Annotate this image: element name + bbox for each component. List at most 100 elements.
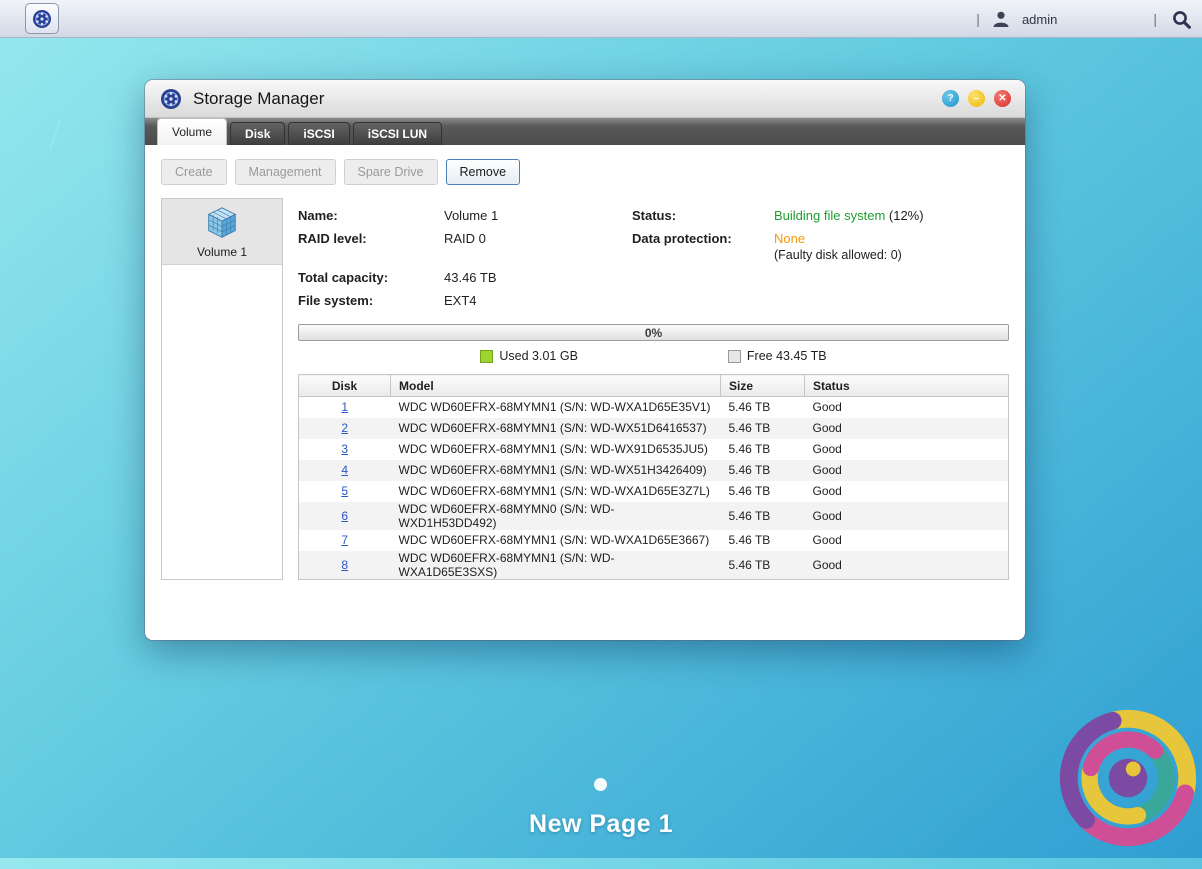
model-cell: WDC WD60EFRX-68MYMN1 (S/N: WD-WXA1D65E3Z… xyxy=(391,481,721,502)
capacity-legend: Used 3.01 GB Free 43.45 TB xyxy=(298,349,1009,363)
table-row: 5 WDC WD60EFRX-68MYMN1 (S/N: WD-WXA1D65E… xyxy=(299,481,1009,502)
size-cell: 5.46 TB xyxy=(721,530,805,551)
desktop: { "topbar": { "username": "admin", "sepa… xyxy=(0,0,1202,858)
create-button[interactable]: Create xyxy=(161,159,227,185)
size-cell: 5.46 TB xyxy=(721,551,805,580)
tab-volume[interactable]: Volume xyxy=(157,118,227,145)
window-app-icon xyxy=(159,87,183,111)
status-label: Status: xyxy=(632,208,774,223)
volume-tab-content: Create Management Spare Drive Remove xyxy=(145,145,1025,640)
file-system-label: File system: xyxy=(298,293,444,308)
model-cell: WDC WD60EFRX-68MYMN1 (S/N: WD-WX51D64165… xyxy=(391,418,721,439)
free-swatch xyxy=(728,350,741,363)
model-cell: WDC WD60EFRX-68MYMN1 (S/N: WD-WX91D6535J… xyxy=(391,439,721,460)
disk-link[interactable]: 6 xyxy=(341,509,348,523)
management-button[interactable]: Management xyxy=(235,159,336,185)
help-button[interactable]: ? xyxy=(942,90,959,107)
size-cell: 5.46 TB xyxy=(721,481,805,502)
brand-swirl-logo xyxy=(1037,687,1202,868)
status-cell: Good xyxy=(805,397,1009,418)
size-cell: 5.46 TB xyxy=(721,418,805,439)
table-row: 6 WDC WD60EFRX-68MYMN0 (S/N: WD-WXD1H53D… xyxy=(299,502,1009,530)
data-protection-label: Data protection: xyxy=(632,231,774,246)
size-cell: 5.46 TB xyxy=(721,460,805,481)
volume-item-label: Volume 1 xyxy=(197,245,247,259)
window-title: Storage Manager xyxy=(193,89,324,109)
status-cell: Good xyxy=(805,460,1009,481)
window-controls: ? – ✕ xyxy=(942,90,1011,107)
raid-level-value: RAID 0 xyxy=(444,231,632,246)
size-cell: 5.46 TB xyxy=(721,397,805,418)
data-protection-value: None (Faulty disk allowed: 0) xyxy=(774,231,1009,262)
progress-bar: 0% xyxy=(298,324,1009,341)
username[interactable]: admin xyxy=(1022,12,1057,27)
progress-label: 0% xyxy=(645,326,662,340)
spare-drive-button[interactable]: Spare Drive xyxy=(344,159,438,185)
model-cell: WDC WD60EFRX-68MYMN1 (S/N: WD-WXA1D65E3S… xyxy=(391,551,721,580)
col-model: Model xyxy=(391,375,721,397)
col-disk: Disk xyxy=(299,375,391,397)
name-value: Volume 1 xyxy=(444,208,632,223)
main-area: Volume 1 Name: Volume 1 Status: Building… xyxy=(161,198,1009,580)
volume-cube-icon xyxy=(203,204,241,242)
file-system-value: EXT4 xyxy=(444,293,632,308)
user-icon xyxy=(992,10,1010,28)
topbar-separator: | xyxy=(976,11,980,27)
toolbar: Create Management Spare Drive Remove xyxy=(161,159,1009,185)
app-logo-icon xyxy=(30,7,54,31)
search-icon[interactable] xyxy=(1169,7,1194,32)
status-cell: Good xyxy=(805,439,1009,460)
model-cell: WDC WD60EFRX-68MYMN1 (S/N: WD-WXA1D65E35… xyxy=(391,397,721,418)
disk-link[interactable]: 7 xyxy=(341,533,348,547)
disk-link[interactable]: 5 xyxy=(341,484,348,498)
col-size: Size xyxy=(721,375,805,397)
model-cell: WDC WD60EFRX-68MYMN0 (S/N: WD-WXD1H53DD4… xyxy=(391,502,721,530)
table-row: 4 WDC WD60EFRX-68MYMN1 (S/N: WD-WX51H342… xyxy=(299,460,1009,481)
tabstrip: Volume Disk iSCSI iSCSI LUN xyxy=(145,118,1025,145)
details-panel: Name: Volume 1 Status: Building file sys… xyxy=(298,198,1009,580)
status-cell: Good xyxy=(805,502,1009,530)
disk-link[interactable]: 1 xyxy=(341,400,348,414)
page-label: New Page 1 xyxy=(0,810,1202,839)
total-capacity-label: Total capacity: xyxy=(298,270,444,285)
free-label: Free 43.45 TB xyxy=(747,349,827,363)
table-header-row: Disk Model Size Status xyxy=(299,375,1009,397)
disk-link[interactable]: 3 xyxy=(341,442,348,456)
model-cell: WDC WD60EFRX-68MYMN1 (S/N: WD-WXA1D65E36… xyxy=(391,530,721,551)
disk-link[interactable]: 2 xyxy=(341,421,348,435)
disk-link[interactable]: 4 xyxy=(341,463,348,477)
volume-list-item[interactable]: Volume 1 xyxy=(162,199,282,265)
tab-iscsi[interactable]: iSCSI xyxy=(288,122,349,145)
col-status: Status xyxy=(805,375,1009,397)
app-launcher-button[interactable] xyxy=(25,3,59,34)
window-titlebar[interactable]: Storage Manager ? – ✕ xyxy=(145,80,1025,118)
raid-level-label: RAID level: xyxy=(298,231,444,246)
decorative-dot xyxy=(594,778,607,791)
table-row: 2 WDC WD60EFRX-68MYMN1 (S/N: WD-WX51D641… xyxy=(299,418,1009,439)
used-label: Used 3.01 GB xyxy=(499,349,578,363)
size-cell: 5.46 TB xyxy=(721,439,805,460)
tab-disk[interactable]: Disk xyxy=(230,122,285,145)
remove-button[interactable]: Remove xyxy=(446,159,521,185)
name-label: Name: xyxy=(298,208,444,223)
status-cell: Good xyxy=(805,551,1009,580)
volume-info: Name: Volume 1 Status: Building file sys… xyxy=(298,208,1009,308)
table-row: 8 WDC WD60EFRX-68MYMN1 (S/N: WD-WXA1D65E… xyxy=(299,551,1009,580)
status-percent: (12%) xyxy=(885,208,923,223)
tab-iscsi-lun[interactable]: iSCSI LUN xyxy=(353,122,442,145)
minimize-button[interactable]: – xyxy=(968,90,985,107)
size-cell: 5.46 TB xyxy=(721,502,805,530)
volume-list-panel: Volume 1 xyxy=(161,198,283,580)
status-cell: Good xyxy=(805,481,1009,502)
status-cell: Good xyxy=(805,530,1009,551)
status-text: Building file system xyxy=(774,208,885,223)
close-button[interactable]: ✕ xyxy=(994,90,1011,107)
disk-link[interactable]: 8 xyxy=(341,558,348,572)
protection-text: None xyxy=(774,231,805,246)
topbar: | admin | xyxy=(0,0,1202,38)
status-value: Building file system (12%) xyxy=(774,208,1009,223)
table-row: 1 WDC WD60EFRX-68MYMN1 (S/N: WD-WXA1D65E… xyxy=(299,397,1009,418)
total-capacity-value: 43.46 TB xyxy=(444,270,632,285)
storage-manager-window: Storage Manager ? – ✕ Volume Disk iSCSI … xyxy=(145,80,1025,640)
used-swatch xyxy=(480,350,493,363)
